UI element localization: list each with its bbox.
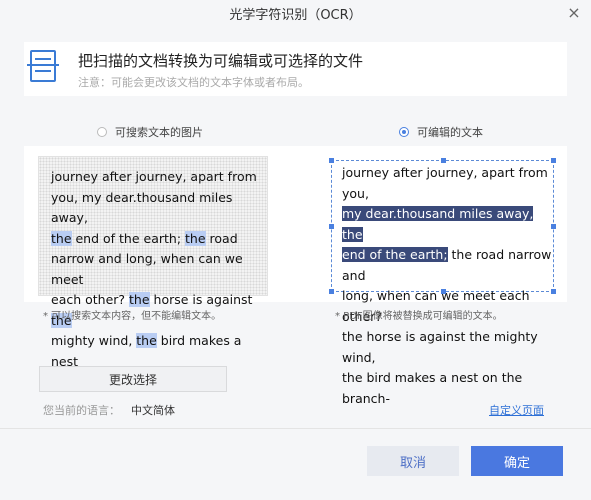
resize-handle[interactable] [329,289,334,294]
cancel-button[interactable]: 取消 [367,446,459,476]
text-line: journey after journey, apart from you, [342,165,548,201]
resize-handle[interactable] [441,289,446,294]
image-text: narrow and long, when can we meet [51,251,243,287]
resize-handle[interactable] [551,289,556,294]
text-line: the horse is against the mighty wind, [342,329,538,365]
searchable-image-preview: journey after journey, apart from you, my… [38,156,268,369]
image-text: mighty wind, [51,333,137,348]
image-text-line: the end of the earth; the road [51,229,267,250]
header-panel: 把扫描的文档转换为可编辑或可选择的文件 注意：可能会更改该文档的文本字体或者布局… [24,42,567,96]
image-text: each other? [51,292,130,307]
window-titlebar: 光学字符识别（OCR） × [0,0,591,26]
image-text-line: you, my dear.thousand miles away, [51,188,267,229]
image-text: road [205,230,238,246]
image-text: journey after journey, apart from [51,169,257,184]
scan-document-icon [27,50,59,82]
image-text: horse is against [149,292,253,307]
radio-editable-text[interactable] [399,127,409,137]
close-icon[interactable]: × [565,4,583,22]
resize-handle[interactable] [329,224,334,229]
ok-button[interactable]: 确定 [471,446,563,476]
language-value: 中文简体 [131,404,175,417]
highlighted-word: the [129,292,150,307]
highlighted-word: the [185,230,206,246]
resize-handle[interactable] [329,158,334,163]
hint-editable: * PDF图像将被替换成可编辑的文本。 [335,311,503,322]
image-text: you, my dear.thousand miles away, [51,189,233,226]
option-editable-text-label: 可编辑的文本 [417,126,483,139]
option-editable-text[interactable]: 可编辑的文本 [399,124,483,140]
radio-searchable-image[interactable] [97,127,107,137]
preview-area: journey after journey, apart from you, my… [24,146,567,406]
header-title: 把扫描的文档转换为可编辑或可选择的文件 [78,52,364,70]
option-searchable-image-label: 可搜索文本的图片 [115,126,203,139]
resize-handle[interactable] [441,158,446,163]
resize-handle[interactable] [551,224,556,229]
text-line: my dear.thousand miles away, the [342,204,553,245]
window-title: 光学字符识别（OCR） [229,7,362,23]
selected-text: my dear.thousand miles away, the [342,206,534,242]
image-text-line: journey after journey, apart from [51,167,267,188]
divider [0,428,591,429]
editable-text-preview[interactable]: journey after journey, apart from you, m… [329,158,556,406]
language-label: 您当前的语言： [43,404,120,417]
option-searchable-image[interactable]: 可搜索文本的图片 [97,124,203,140]
highlighted-word: the [51,230,72,246]
selected-text: end of the earth; [342,247,448,262]
resize-handle[interactable] [551,158,556,163]
image-text: end of the earth; [71,230,186,246]
custom-page-link[interactable]: 自定义页面 [489,402,544,418]
highlighted-word: the [136,333,157,348]
change-selection-button[interactable]: 更改选择 [39,366,227,392]
text-line: end of the earth; the road narrow and [342,247,552,283]
image-text-line: narrow and long, when can we meet [51,249,267,290]
header-note: 注意：可能会更改该文档的文本字体或者布局。 [78,76,309,89]
hint-searchable: * 可以搜索文本内容，但不能编辑文本。 [43,311,222,322]
